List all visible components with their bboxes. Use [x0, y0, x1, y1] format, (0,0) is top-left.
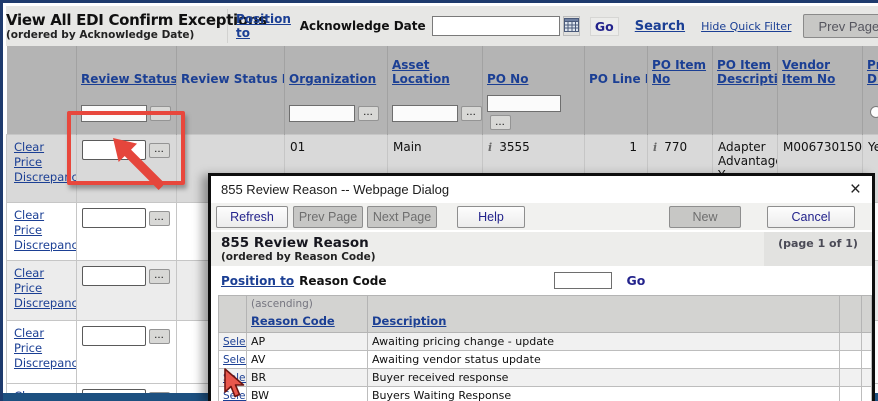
- column-header-po-no[interactable]: PO No: [487, 72, 528, 86]
- clear-price-discrepancy-link[interactable]: Clear Price Discrepancy: [14, 266, 77, 310]
- annotation-arrow: [91, 121, 163, 193]
- dialog-button-strip: Refresh Prev Page Next Page Help New Can…: [211, 203, 872, 232]
- select-column-header: [219, 296, 247, 333]
- reason-row: Select AP Awaiting pricing change - upda…: [219, 333, 872, 351]
- reason-code-cell: BW: [247, 387, 368, 401]
- reason-description-cell: Buyer received response: [368, 369, 840, 387]
- close-icon[interactable]: ×: [848, 180, 863, 199]
- dialog-position-to-link[interactable]: Position to: [221, 274, 294, 288]
- dialog-next-page-button[interactable]: Next Page: [367, 206, 437, 228]
- hide-quick-filter-link[interactable]: Hide Quick Filter: [701, 20, 791, 33]
- dialog-go-button[interactable]: Go: [626, 273, 645, 288]
- column-header-organization[interactable]: Organization: [289, 72, 376, 86]
- po-item-no-cell: 770: [664, 140, 687, 154]
- dialog-title: 855 Review Reason: [221, 235, 376, 251]
- column-header-price-discrepancy[interactable]: Price Discrepancy: [867, 58, 878, 86]
- refresh-button[interactable]: Refresh: [216, 206, 288, 228]
- review-status-row-lookup-button[interactable]: ...: [149, 269, 170, 284]
- review-status-row-input[interactable]: [82, 208, 146, 228]
- po-no-filter-input[interactable]: [487, 95, 561, 112]
- reason-code-cell: AP: [247, 333, 368, 351]
- review-status-row-input[interactable]: [82, 266, 146, 286]
- column-header-po-line-no: PO Line No: [589, 72, 648, 86]
- column-header-vendor-item-no[interactable]: Vendor Item No: [782, 58, 835, 86]
- page-title-block: View All EDI Confirm Exceptions (ordered…: [6, 9, 228, 43]
- description-column-header[interactable]: Description: [372, 314, 446, 328]
- review-status-row-lookup-button[interactable]: ...: [149, 211, 170, 226]
- clear-price-discrepancy-link[interactable]: Clear Price Discrepancy: [14, 208, 77, 252]
- reason-code-column-header[interactable]: Reason Code: [251, 314, 335, 328]
- help-button[interactable]: Help: [457, 206, 525, 228]
- review-status-row-lookup-button[interactable]: ...: [149, 329, 170, 344]
- reason-code-input[interactable]: [554, 272, 612, 289]
- page-indicator: (page 1 of 1): [764, 232, 872, 266]
- cursor-icon: [222, 368, 248, 400]
- organization-filter-lookup-button[interactable]: ...: [358, 106, 379, 121]
- dialog-position-row: Position to Reason Code Go: [211, 266, 872, 295]
- dialog-subtitle: (ordered by Reason Code): [221, 251, 376, 263]
- top-toolbar: View All EDI Confirm Exceptions (ordered…: [6, 6, 878, 46]
- review-status-row-input[interactable]: [82, 326, 146, 346]
- new-button[interactable]: New: [669, 206, 741, 228]
- dialog-prev-page-button[interactable]: Prev Page: [293, 206, 363, 228]
- info-icon[interactable]: i: [488, 141, 492, 154]
- calendar-button[interactable]: [563, 16, 580, 36]
- position-field-label: Acknowledge Date: [300, 19, 426, 33]
- column-header-review-status-desc: Review Status Desc: [181, 72, 285, 86]
- grid-header-row: Review Status Review Status Desc Organiz…: [7, 46, 878, 91]
- page-title: View All EDI Confirm Exceptions: [6, 11, 223, 29]
- po-no-filter-lookup-button[interactable]: ...: [490, 115, 511, 130]
- acknowledge-date-input[interactable]: [432, 16, 560, 36]
- select-link[interactable]: Select: [223, 336, 247, 348]
- reason-description-cell: Buyers Waiting Response: [368, 387, 840, 401]
- reason-code-table: (ascending) Reason Code Description Sele…: [218, 295, 872, 401]
- position-go-button[interactable]: Go: [590, 17, 619, 36]
- asset-location-filter-input[interactable]: [392, 105, 458, 122]
- info-icon[interactable]: i: [653, 141, 657, 154]
- search-link[interactable]: Search: [635, 19, 685, 34]
- calendar-icon: [564, 18, 579, 35]
- dialog-window-title: 855 Review Reason -- Webpage Dialog: [221, 182, 449, 197]
- dialog-grid-header-row: (ascending) Reason Code Description: [219, 296, 872, 333]
- dialog-position-field-label: Reason Code: [299, 274, 386, 288]
- reason-row: Select AV Awaiting vendor status update: [219, 351, 872, 369]
- position-to-link[interactable]: Position to: [236, 12, 295, 40]
- column-header-po-item-description[interactable]: PO Item Description: [717, 58, 778, 86]
- reason-row: Select BR Buyer received response: [219, 369, 872, 387]
- review-reason-dialog: 855 Review Reason -- Webpage Dialog × Re…: [208, 173, 875, 401]
- clear-price-discrepancy-link[interactable]: Clear Price Discrepancy: [14, 326, 77, 370]
- dialog-section-header: 855 Review Reason (ordered by Reason Cod…: [211, 232, 872, 266]
- reason-row: Select BW Buyers Waiting Response: [219, 387, 872, 401]
- column-header-po-item-no[interactable]: PO Item No: [652, 58, 706, 86]
- price-discrepancy-filter-radio[interactable]: [870, 106, 878, 118]
- column-header-action: [7, 46, 77, 91]
- reason-description-cell: Awaiting vendor status update: [368, 351, 840, 369]
- asset-location-filter-lookup-button[interactable]: ...: [461, 106, 482, 121]
- column-header-review-status[interactable]: Review Status: [81, 72, 177, 86]
- toolbar-controls: Position to Acknowledge Date Go Search H…: [228, 12, 878, 40]
- reason-description-cell: Awaiting pricing change - update: [368, 333, 840, 351]
- column-header-asset-location[interactable]: Asset Location: [392, 58, 450, 86]
- cancel-button[interactable]: Cancel: [767, 206, 855, 228]
- prev-page-button[interactable]: Prev Page: [803, 14, 878, 38]
- dialog-titlebar: 855 Review Reason -- Webpage Dialog ×: [211, 176, 872, 203]
- po-no-cell: 3555: [499, 140, 530, 154]
- page-subtitle: (ordered by Acknowledge Date): [6, 29, 223, 41]
- select-link[interactable]: Select: [223, 354, 247, 366]
- sort-indicator: (ascending): [251, 298, 365, 310]
- reason-code-cell: AV: [247, 351, 368, 369]
- organization-filter-input[interactable]: [289, 105, 355, 122]
- reason-code-cell: BR: [247, 369, 368, 387]
